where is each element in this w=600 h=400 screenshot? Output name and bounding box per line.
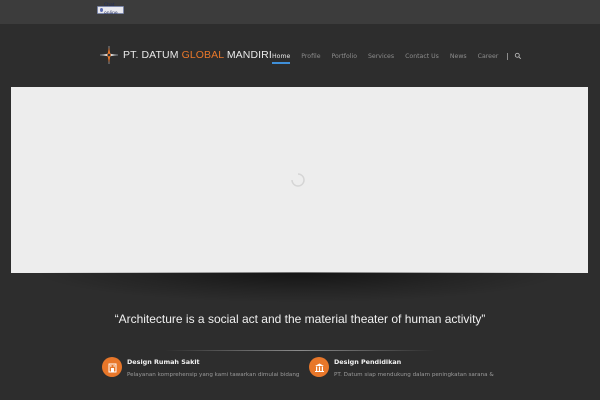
chat-icon — [100, 8, 103, 12]
nav-item-news[interactable]: News — [450, 53, 467, 60]
school-icon — [309, 357, 329, 377]
section-divider — [165, 350, 435, 351]
company-name-part3: MANDIRI — [223, 49, 272, 61]
tagline-quote: “Architecture is a social act and the ma… — [114, 312, 486, 326]
service-title: Design Pendidikan — [334, 358, 402, 366]
main-nav: Home Profile Portfolio Services Contact … — [272, 47, 522, 65]
site-logo[interactable]: PT. DATUM GLOBAL MANDIRI — [99, 43, 272, 67]
nav-item-home[interactable]: Home — [272, 53, 291, 64]
company-name-part1: PT. DATUM — [123, 49, 182, 61]
chat-status-badge[interactable]: Chat online — [97, 3, 124, 16]
nav-item-services[interactable]: Services — [368, 53, 394, 60]
nav-item-profile[interactable]: Profile — [301, 53, 320, 60]
service-title: Design Rumah Sakit — [127, 358, 200, 366]
nav-item-contact-us[interactable]: Contact Us — [405, 53, 439, 60]
building-icon — [102, 357, 122, 377]
company-name-part2: GLOBAL — [181, 49, 224, 61]
service-description: PT. Datum siap mendukung dalam peningkat… — [334, 372, 494, 378]
compass-logo-icon — [100, 46, 118, 64]
service-description: Pelayanan komprehensip yang kami tawarka… — [127, 372, 300, 378]
nav-item-portfolio[interactable]: Portfolio — [332, 53, 357, 60]
slider-shadow — [40, 272, 560, 302]
search-icon[interactable] — [514, 52, 522, 60]
company-name: PT. DATUM GLOBAL MANDIRI — [123, 49, 272, 61]
loading-spinner-icon — [291, 173, 305, 187]
nav-separator — [507, 52, 509, 60]
top-bar: Chat online — [0, 0, 600, 24]
chat-status-label: Chat online — [103, 3, 118, 16]
nav-item-career[interactable]: Career — [478, 53, 499, 60]
